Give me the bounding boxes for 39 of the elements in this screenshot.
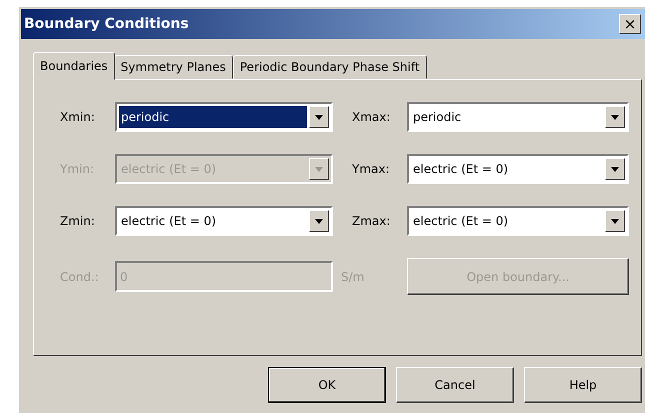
dropdown-button[interactable] xyxy=(605,158,625,180)
unit-label: S/m xyxy=(340,270,366,284)
field-label: Zmax: xyxy=(352,214,392,228)
dropdown-button[interactable] xyxy=(605,106,625,128)
window-title: Boundary Conditions xyxy=(24,16,189,32)
tab[interactable]: Periodic Boundary Phase Shift xyxy=(232,55,427,79)
dropdown[interactable]: periodic xyxy=(115,102,333,132)
dropdown-value: electric (Et = 0) xyxy=(412,161,510,178)
field-label: Xmax: xyxy=(352,110,392,124)
dropdown[interactable]: electric (Et = 0) xyxy=(407,206,629,236)
field-label: Ymin: xyxy=(60,162,96,176)
dropdown-arrow-icon xyxy=(611,166,619,172)
dropdown[interactable]: electric (Et = 0) xyxy=(115,206,333,236)
dropdown-arrow-icon xyxy=(315,166,323,172)
field-label: Xmin: xyxy=(60,110,96,124)
dropdown-arrow-icon xyxy=(611,218,619,224)
field-label: Zmin: xyxy=(60,214,96,228)
dropdown-arrow-icon xyxy=(611,114,619,120)
dropdown[interactable]: periodic xyxy=(407,102,629,132)
dropdown-value: periodic xyxy=(119,106,307,128)
dropdown-button[interactable] xyxy=(605,210,625,232)
dropdown[interactable]: electric (Et = 0) xyxy=(407,154,629,184)
dropdown-value: electric (Et = 0) xyxy=(120,213,218,230)
dropdown-value: electric (Et = 0) xyxy=(412,213,510,230)
dropdown-button[interactable] xyxy=(309,106,329,128)
dropdown-arrow-icon xyxy=(315,218,323,224)
dropdown-arrow-icon xyxy=(315,114,323,120)
tab[interactable]: Boundaries xyxy=(33,52,115,80)
dropdown-value: periodic xyxy=(412,109,462,126)
field-label: Cond.: xyxy=(60,270,100,284)
dialog-button[interactable]: OK xyxy=(268,367,386,403)
dialog-button[interactable]: Cancel xyxy=(396,367,514,403)
field-label: Ymax: xyxy=(352,162,391,176)
tab[interactable]: Symmetry Planes xyxy=(114,55,233,79)
dropdown-value: electric (Et = 0) xyxy=(120,161,218,178)
close-button[interactable]: × xyxy=(619,14,641,34)
dropdown-button[interactable] xyxy=(309,210,329,232)
dropdown-button[interactable] xyxy=(309,158,329,180)
dialog-button[interactable]: Help xyxy=(524,367,642,403)
